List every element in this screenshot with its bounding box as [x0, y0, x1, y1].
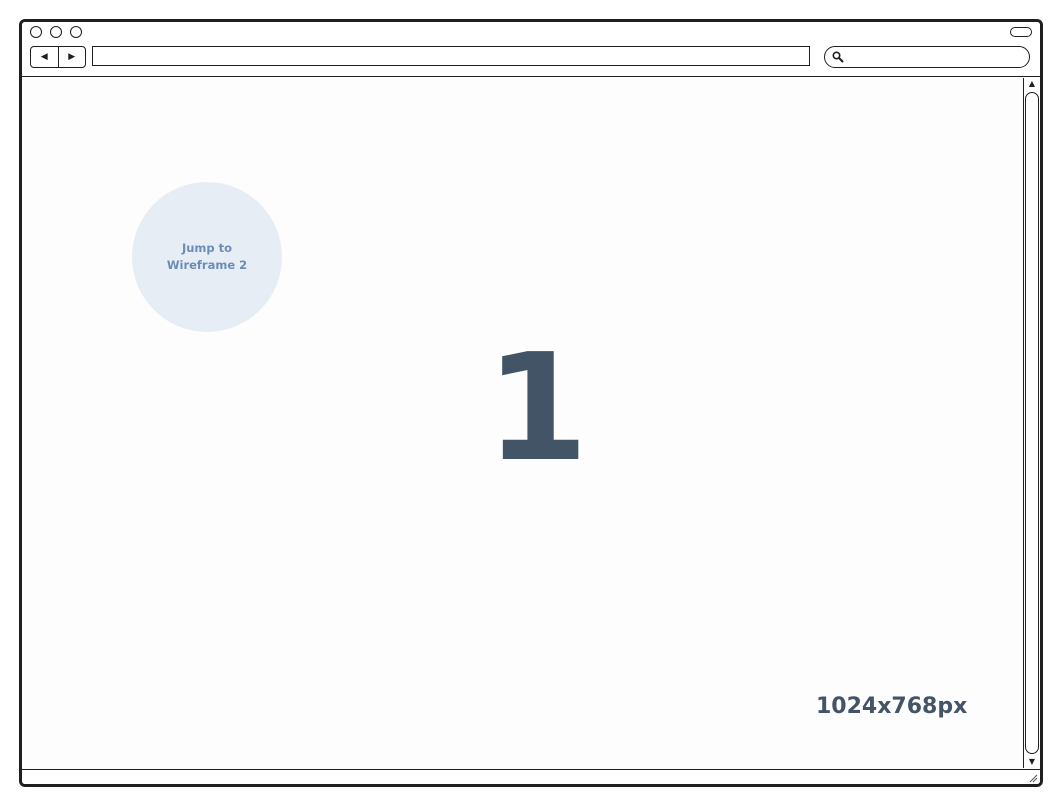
pill-control-icon[interactable] [1010, 27, 1032, 37]
search-icon [832, 51, 844, 63]
jump-link-label: Jump to Wireframe 2 [152, 240, 262, 274]
scroll-track[interactable] [1025, 92, 1039, 754]
window-zoom-icon[interactable] [70, 26, 82, 38]
search-input[interactable] [824, 46, 1030, 68]
jump-link-line2: Wireframe 2 [166, 258, 248, 272]
window-close-icon[interactable] [30, 26, 42, 38]
resize-grip-icon[interactable] [1029, 774, 1038, 783]
vertical-scrollbar[interactable]: ▲ ▼ [1023, 78, 1040, 768]
forward-button[interactable]: ▶ [57, 47, 86, 67]
scroll-down-icon[interactable]: ▼ [1024, 757, 1040, 767]
nav-button-group: ◀ ▶ [30, 46, 86, 68]
jump-to-wireframe-2-button[interactable]: Jump to Wireframe 2 [132, 182, 282, 332]
address-bar[interactable] [92, 46, 810, 66]
browser-toolbar: ◀ ▶ [22, 22, 1040, 77]
jump-link-line1: Jump to [181, 241, 233, 255]
wireframe-number: 1 [485, 322, 589, 494]
status-bar [22, 769, 1040, 784]
scroll-up-icon[interactable]: ▲ [1024, 79, 1040, 89]
viewport-size-label: 1024x768px [816, 694, 968, 719]
page-viewport: Jump to Wireframe 2 1 1024x768px [22, 78, 1023, 768]
browser-window: ◀ ▶ Jump to Wireframe 2 1 1024x768px ▲ ▼ [19, 19, 1043, 787]
back-button[interactable]: ◀ [31, 47, 58, 67]
window-minimize-icon[interactable] [50, 26, 62, 38]
